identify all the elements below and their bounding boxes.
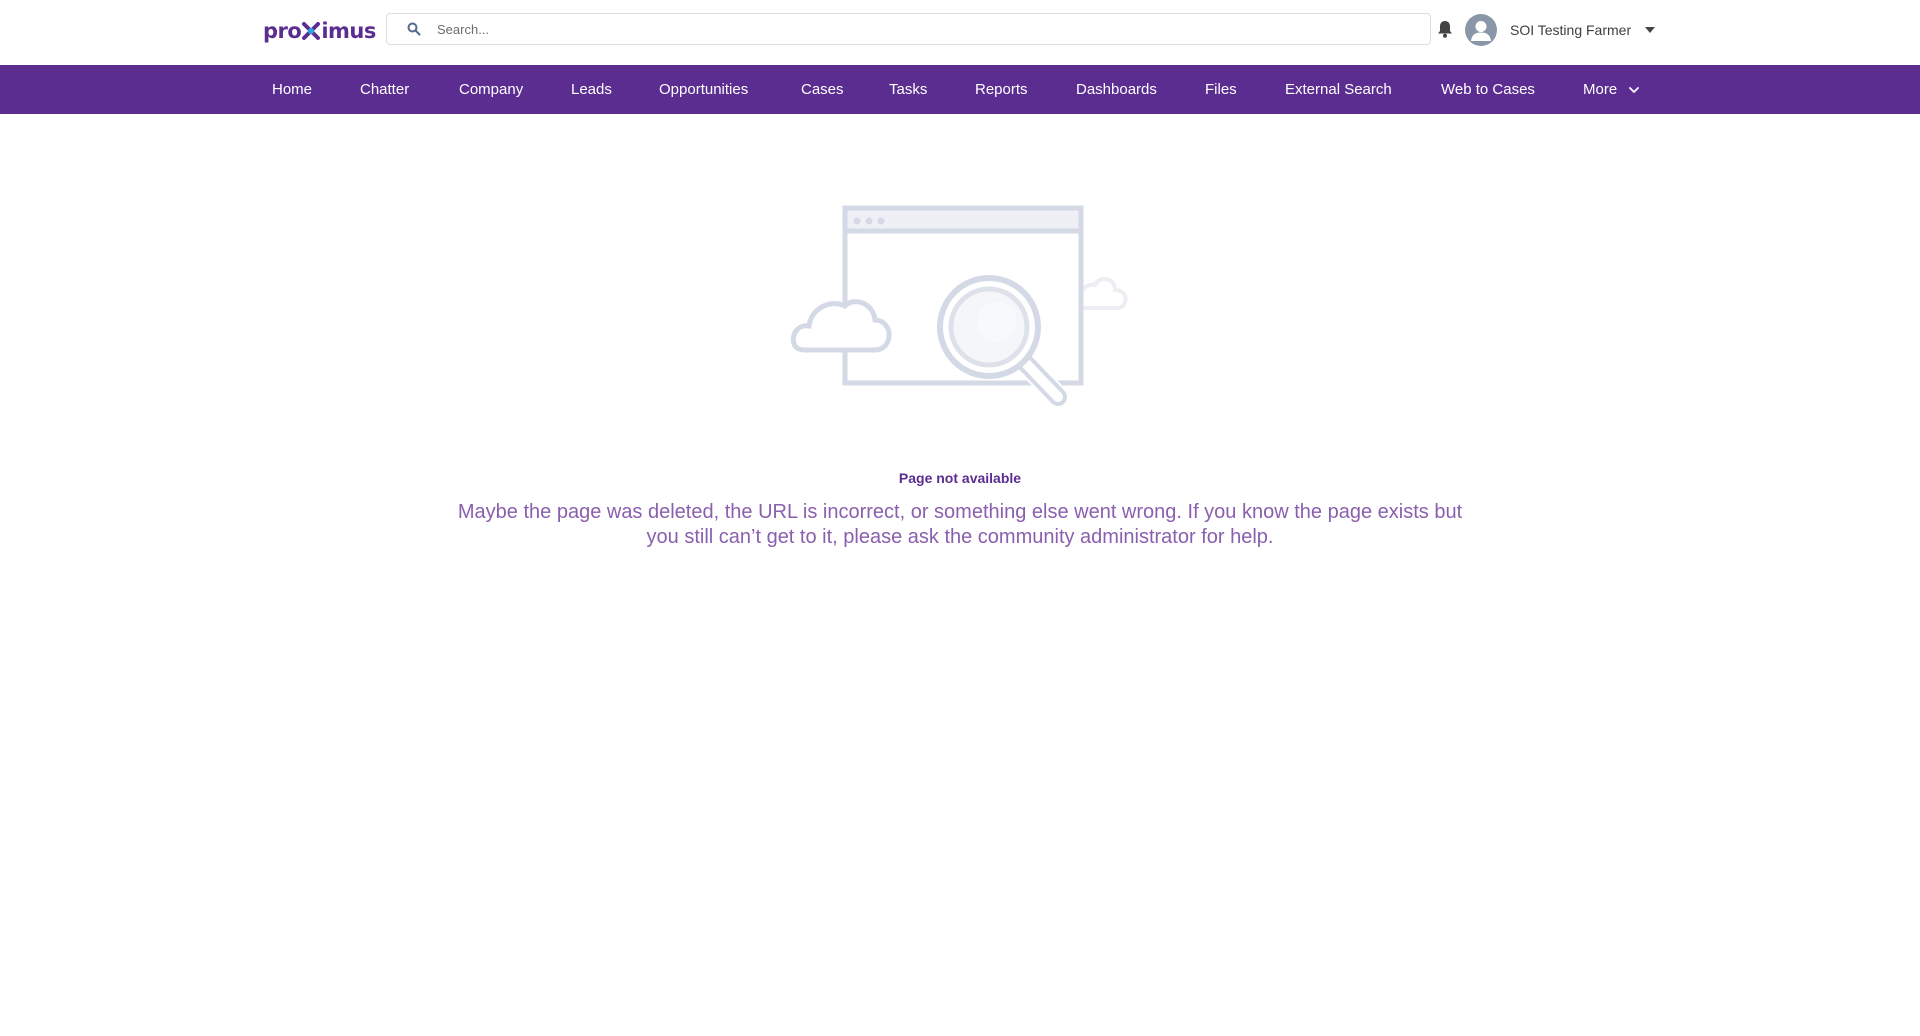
error-message: Maybe the page was deleted, the URL is i… [457,501,1463,548]
nav-files[interactable]: Files [1205,65,1237,114]
nav-dashboards[interactable]: Dashboards [1076,65,1157,114]
chevron-down-icon [1629,87,1640,93]
nav-more[interactable]: More [1583,65,1640,114]
nav-cases[interactable]: Cases [801,65,844,114]
search-bar[interactable] [386,13,1431,45]
logo-x-icon [302,22,321,40]
caret-down-icon[interactable] [1645,27,1655,33]
error-title: Page not available [898,470,1022,486]
proximus-logo[interactable]: pro imus [263,16,376,46]
bell-icon[interactable] [1435,19,1455,39]
nav-home[interactable]: Home [272,65,312,114]
avatar-icon[interactable] [1465,14,1497,46]
page-not-found-illustration [790,205,1128,408]
nav-opportunities[interactable]: Opportunities [659,65,748,114]
logo-text-right: imus [321,19,376,43]
nav-tasks[interactable]: Tasks [889,65,927,114]
logo-text-left: pro [263,19,302,43]
nav-web-to-cases[interactable]: Web to Cases [1441,65,1535,114]
nav-more-label: More [1583,81,1618,98]
nav-leads[interactable]: Leads [571,65,612,114]
search-icon [407,22,421,36]
nav-chatter[interactable]: Chatter [360,65,409,114]
nav-reports[interactable]: Reports [975,65,1028,114]
top-header: pro imus SOI Testing Farmer [0,0,1920,64]
nav-external-search[interactable]: External Search [1285,65,1392,114]
user-name[interactable]: SOI Testing Farmer [1510,22,1631,38]
main-navigation: Home Chatter Company Leads Opportunities… [0,65,1920,114]
search-input[interactable] [435,14,1430,44]
nav-company[interactable]: Company [459,65,523,114]
